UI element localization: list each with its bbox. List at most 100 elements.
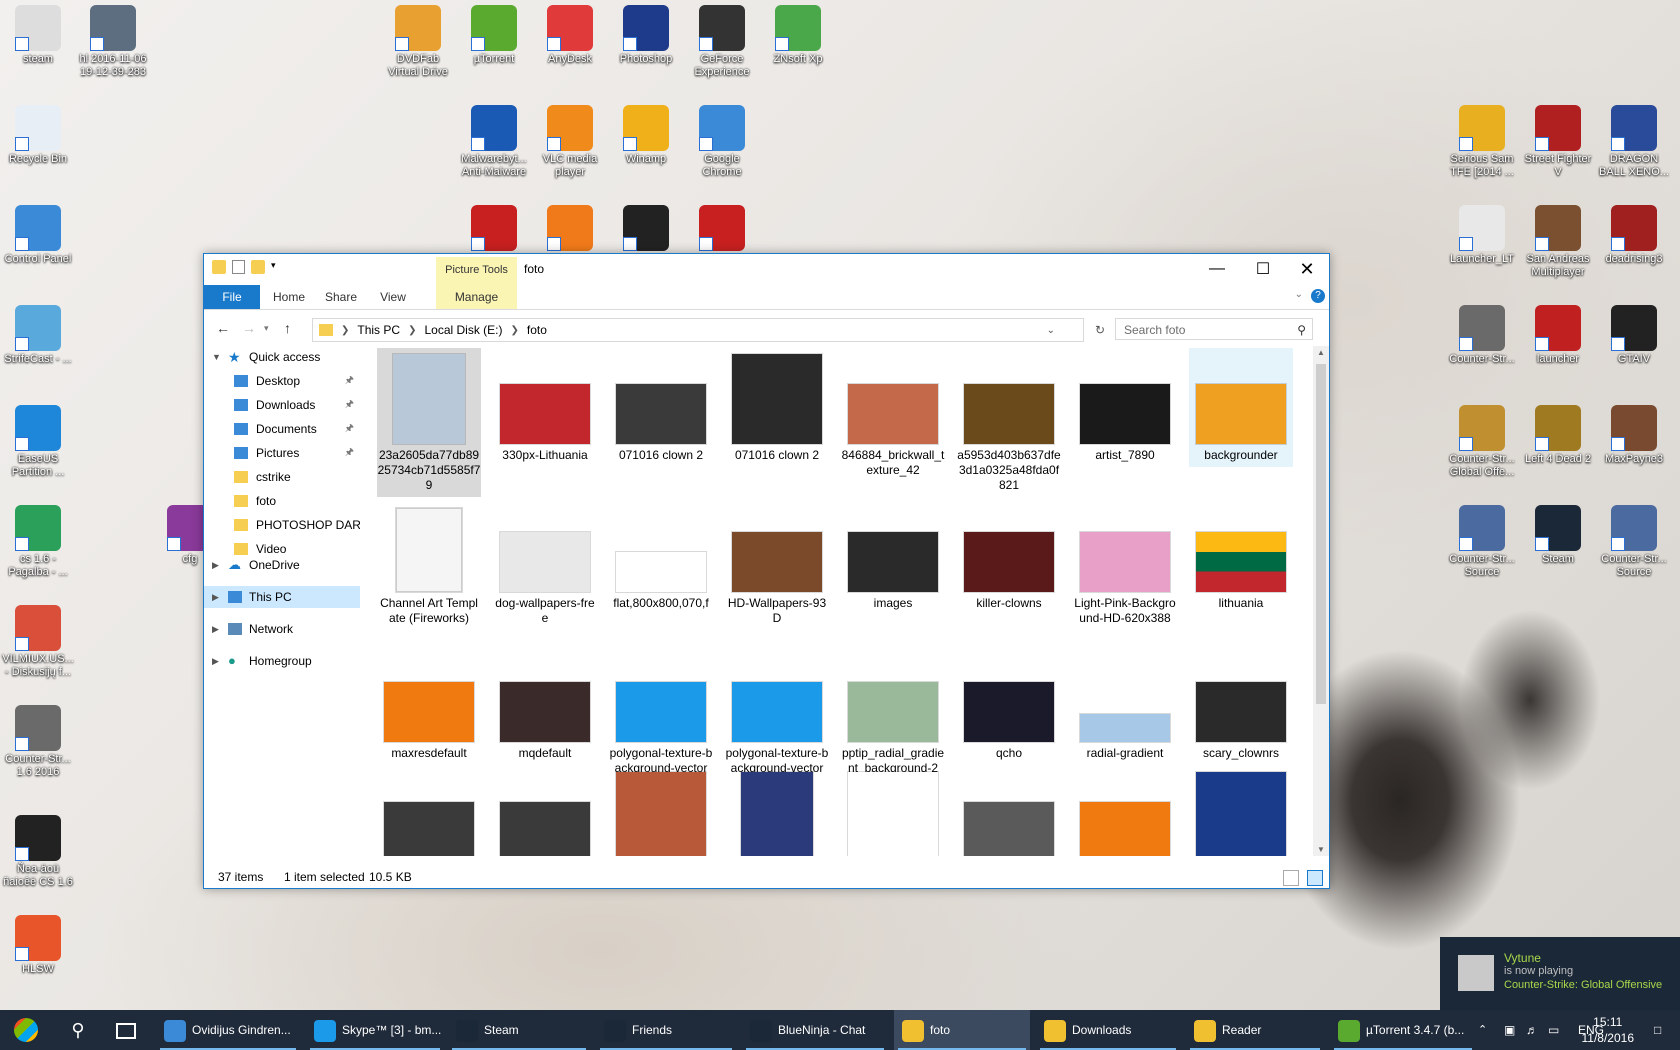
desktop-icon[interactable]: steam [0, 5, 76, 66]
close-button[interactable]: ✕ [1284, 254, 1330, 284]
file-item[interactable]: Light-Pink-Background-HD-620x388 [1073, 496, 1177, 630]
file-item[interactable] [493, 766, 597, 856]
desktop-icon[interactable]: Launcher_LT [1444, 205, 1520, 266]
pin-icon[interactable]: 🖈 [345, 418, 354, 440]
desktop-icon[interactable]: Serious Sam TFE [2014 ... [1444, 105, 1520, 179]
nav-network[interactable]: ▶ Network [204, 618, 360, 640]
taskbar-item[interactable]: Steam [448, 1010, 590, 1050]
taskbar-item[interactable]: Skype™ [3] - bm... [306, 1010, 444, 1050]
taskbar-item[interactable]: Downloads [1036, 1010, 1180, 1050]
battery-icon[interactable]: ▭ [1548, 1010, 1559, 1050]
desktop-icon[interactable]: cs 1.6 - Pagalba - ... [0, 505, 76, 579]
nav-homegroup[interactable]: ▶ ● Homegroup [204, 650, 360, 672]
file-item[interactable]: qcho [957, 646, 1061, 765]
desktop-icon[interactable]: Winamp [608, 105, 684, 166]
network-tray-icon[interactable]: ▣ [1504, 1010, 1515, 1050]
desktop-icon[interactable]: µTorrent [456, 5, 532, 66]
breadcrumb-foto[interactable]: foto [527, 323, 547, 337]
desktop-icon[interactable] [608, 205, 684, 253]
desktop-icon[interactable]: Counter-Str... Global Offe... [1444, 405, 1520, 479]
desktop-icon[interactable]: EaseUS Partition ... [0, 405, 76, 479]
chevron-down-icon[interactable]: ▾ [271, 260, 281, 274]
desktop-icon[interactable] [532, 205, 608, 253]
file-item[interactable] [1189, 766, 1293, 856]
file-item[interactable]: 330px-Lithuania [493, 348, 597, 467]
help-icon[interactable]: ? [1311, 289, 1325, 303]
desktop-icon[interactable]: VLC media player [532, 105, 608, 179]
file-item[interactable]: polygonal-texture-background-vector [609, 646, 713, 780]
chevron-right-icon[interactable]: ▶ [212, 586, 219, 608]
minimize-button[interactable]: — [1194, 254, 1240, 284]
desktop-icon[interactable]: deadrising3 [1596, 205, 1672, 266]
file-item[interactable] [1073, 766, 1177, 856]
desktop-icon[interactable]: launcher [1520, 305, 1596, 366]
nav-folder[interactable]: cstrike [204, 466, 360, 488]
title-bar[interactable]: ▾ Picture Tools foto — ☐ ✕ [204, 254, 1329, 285]
desktop-icon[interactable]: Steam [1520, 505, 1596, 566]
file-item[interactable]: 846884_brickwall_texture_42 [841, 348, 945, 482]
desktop-icon[interactable]: Counter-Str... Source [1444, 505, 1520, 579]
speaker-icon[interactable]: ♬ [1526, 1010, 1538, 1050]
breadcrumb-local-disk[interactable]: Local Disk (E:) [424, 323, 502, 337]
chevron-down-icon[interactable]: ⌄ [1295, 289, 1303, 300]
nav-folder[interactable]: foto [204, 490, 360, 512]
breadcrumb-this-pc[interactable]: This PC [357, 323, 400, 337]
chevron-right-icon[interactable]: ▶ [212, 650, 219, 672]
chevron-right-icon[interactable]: ❯ [511, 325, 519, 336]
file-item[interactable]: pptip_radial_gradient_background-2 [841, 646, 945, 780]
chevron-down-icon[interactable]: ▼ [212, 346, 221, 368]
nav-folder[interactable]: PHOTOSHOP DARB [204, 514, 360, 536]
tab-home[interactable]: Home [264, 285, 314, 309]
search-input[interactable]: Search foto ⚲ [1115, 318, 1313, 340]
nav-item-desktop[interactable]: Desktop 🖈 [204, 370, 360, 392]
desktop-icon[interactable] [456, 205, 532, 253]
taskbar-item[interactable]: Friends [596, 1010, 736, 1050]
desktop-icon[interactable]: MaxPayne3 [1596, 405, 1672, 466]
refresh-icon[interactable]: ↻ [1095, 323, 1105, 337]
chevron-right-icon[interactable]: ▶ [212, 618, 219, 640]
pin-icon[interactable]: 🖈 [345, 442, 354, 464]
chevron-right-icon[interactable]: ▶ [212, 554, 219, 576]
taskbar-item[interactable]: foto [894, 1010, 1030, 1050]
file-item[interactable]: HD-Wallpapers-93D [725, 496, 829, 630]
desktop-icon[interactable]: Control Panel [0, 205, 76, 266]
file-item[interactable] [609, 766, 713, 856]
nav-item-downloads[interactable]: Downloads 🖈 [204, 394, 360, 416]
nav-item-pictures[interactable]: Pictures 🖈 [204, 442, 360, 464]
taskbar-item[interactable]: µTorrent 3.4.7 (b... [1330, 1010, 1476, 1050]
nav-this-pc[interactable]: ▶ This PC [204, 586, 360, 608]
tray-chevron-icon[interactable]: ⌃ [1478, 1010, 1487, 1050]
desktop-icon[interactable]: Recycle Bin [0, 105, 76, 166]
tab-share[interactable]: Share [316, 285, 366, 309]
file-item[interactable]: polygonal-texture-background-vector [725, 646, 829, 780]
chevron-right-icon[interactable]: ❯ [408, 325, 416, 336]
new-folder-icon[interactable] [251, 260, 265, 274]
desktop-icon[interactable]: DVDFab Virtual Drive [380, 5, 456, 79]
taskbar-item[interactable]: BlueNinja - Chat [742, 1010, 888, 1050]
large-icons-view-icon[interactable] [1307, 870, 1323, 886]
back-arrow-icon[interactable]: ← [216, 320, 230, 336]
desktop-icon[interactable]: Counter-Str... 1.6 2016 [0, 705, 76, 779]
tab-view[interactable]: View [368, 285, 418, 309]
file-item[interactable]: backgrounder [1189, 348, 1293, 467]
tab-manage[interactable]: Manage [436, 285, 517, 309]
desktop-icon[interactable]: StrifeCast - ... [0, 305, 76, 366]
desktop-icon[interactable]: Counter-Str... Source [1596, 505, 1672, 579]
desktop-icon[interactable]: Google Chrome [684, 105, 760, 179]
desktop-icon[interactable]: Ñea-äoü ñaioêë CS 1.6 [0, 815, 76, 889]
details-view-icon[interactable] [1283, 870, 1299, 886]
desktop-icon[interactable]: ZNsoft Xp [760, 5, 836, 66]
desktop-icon[interactable]: Left 4 Dead 2 [1520, 405, 1596, 466]
file-item[interactable]: maxresdefault [377, 646, 481, 765]
desktop-icon[interactable]: Photoshop [608, 5, 684, 66]
file-item[interactable]: Channel Art Template (Fireworks) [377, 496, 481, 630]
scrollbar-thumb[interactable] [1316, 364, 1326, 704]
desktop-icon[interactable]: DRAGON BALL XENO... [1596, 105, 1672, 179]
scroll-down-icon[interactable]: ▼ [1317, 845, 1325, 854]
tab-file[interactable]: File [204, 285, 260, 309]
up-arrow-icon[interactable]: ↑ [284, 320, 291, 336]
address-bar[interactable]: ❯ This PC ❯ Local Disk (E:) ❯ foto ⌄ ↻ [312, 318, 1105, 342]
notification-center-icon[interactable]: □ [1654, 1010, 1661, 1050]
task-view-icon[interactable] [108, 1010, 144, 1050]
start-button[interactable] [0, 1010, 52, 1050]
